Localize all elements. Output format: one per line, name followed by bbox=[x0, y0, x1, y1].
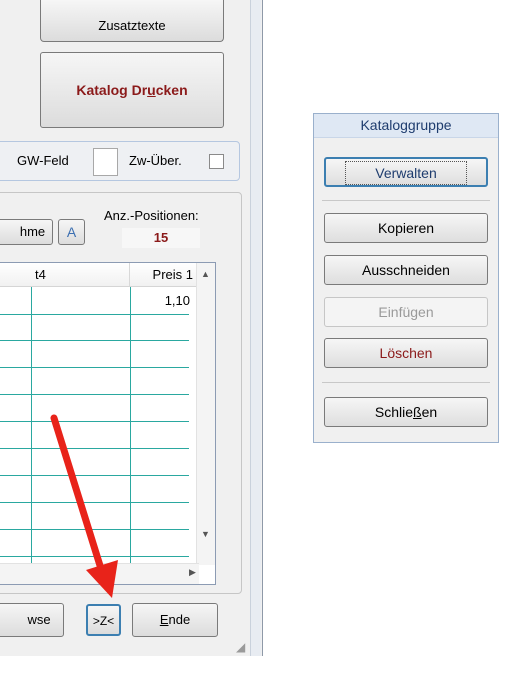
table-row[interactable]: 1,10 bbox=[0, 287, 199, 314]
zusatztexte-label: Zusatztexte bbox=[98, 18, 166, 33]
arrow-head-icon bbox=[86, 560, 118, 598]
row-divider bbox=[0, 340, 189, 341]
kopieren-label: Kopieren bbox=[377, 220, 435, 236]
schliessen-button[interactable]: Schließen bbox=[324, 397, 488, 427]
a-label: A bbox=[66, 224, 77, 240]
vertical-scrollbar[interactable]: ▲ ▼ bbox=[196, 263, 215, 565]
row-divider bbox=[0, 394, 189, 395]
browse-button[interactable]: wse bbox=[0, 603, 64, 637]
dialog-title-text: Kataloggruppe bbox=[360, 117, 452, 133]
ende-label: nde bbox=[168, 612, 191, 627]
anz-positionen-label: Anz.-Positionen: bbox=[104, 208, 199, 223]
browse-label: wse bbox=[27, 612, 51, 627]
resize-grip-icon[interactable]: ◢ bbox=[236, 640, 245, 654]
column-header-preis1-label: Preis 1 bbox=[152, 267, 193, 282]
loeschen-label: Löschen bbox=[379, 345, 433, 361]
ausschneiden-label: Ausschneiden bbox=[362, 262, 450, 278]
row-divider bbox=[0, 367, 189, 368]
ausschneiden-button[interactable]: Ausschneiden bbox=[324, 255, 488, 285]
verwalten-label: Verwalten bbox=[345, 161, 467, 185]
dialog-divider bbox=[322, 382, 490, 383]
z-toggle-label: >Z< bbox=[92, 614, 115, 628]
einfuegen-button: Einfügen bbox=[324, 297, 488, 327]
preis1-cell: 1,10 bbox=[164, 293, 190, 308]
einfuegen-label: Einfügen bbox=[378, 304, 434, 320]
zw-ueber-label: Zw-Über. bbox=[129, 153, 182, 168]
schliessen-label-end: en bbox=[421, 404, 438, 420]
schliessen-accel: ß bbox=[413, 404, 422, 420]
dialog-divider bbox=[322, 200, 490, 201]
kataloggruppe-dialog: Kataloggruppe Verwalten Kopieren Ausschn… bbox=[313, 113, 499, 443]
katalog-drucken-label: Katalog Dr bbox=[76, 82, 148, 98]
window-border bbox=[250, 0, 261, 656]
verwalten-button[interactable]: Verwalten bbox=[324, 157, 488, 187]
column-divider bbox=[31, 287, 32, 565]
ende-button[interactable]: Ende bbox=[132, 603, 218, 637]
katalog-drucken-label-end: cken bbox=[155, 82, 188, 98]
zw-ueber-checkbox[interactable] bbox=[209, 154, 224, 169]
scroll-right-icon[interactable]: ▶ bbox=[189, 567, 196, 578]
z-toggle-button[interactable]: >Z< bbox=[86, 604, 121, 636]
dialog-title: Kataloggruppe bbox=[314, 114, 498, 138]
row-divider bbox=[0, 314, 189, 315]
column-header-preis1[interactable]: Preis 1 bbox=[130, 263, 202, 287]
options-group: GW-Feld Zw-Über. bbox=[0, 141, 240, 181]
katalog-drucken-accel: u bbox=[147, 82, 156, 98]
anz-positionen-value: 15 bbox=[122, 228, 200, 248]
aufnahme-button[interactable]: hme bbox=[0, 219, 53, 245]
column-header-t4[interactable]: t4 bbox=[0, 263, 130, 287]
column-header-t4-label: t4 bbox=[35, 267, 46, 282]
loeschen-button[interactable]: Löschen bbox=[324, 338, 488, 368]
schliessen-label: Schlie bbox=[374, 404, 413, 420]
annotation-arrow bbox=[50, 414, 118, 598]
arrow-shaft bbox=[50, 414, 106, 576]
column-divider bbox=[130, 287, 131, 565]
gw-feld-label: GW-Feld bbox=[17, 153, 69, 168]
zusatztexte-button[interactable]: Zusatztexte bbox=[40, 0, 224, 42]
gw-feld-input[interactable] bbox=[93, 148, 118, 176]
scroll-down-icon[interactable]: ▼ bbox=[201, 529, 210, 539]
anz-positionen-number: 15 bbox=[153, 230, 169, 245]
scroll-up-icon[interactable]: ▲ bbox=[201, 269, 210, 279]
kopieren-button[interactable]: Kopieren bbox=[324, 213, 488, 243]
aufnahme-label: hme bbox=[19, 224, 46, 239]
a-button[interactable]: A bbox=[58, 219, 85, 245]
katalog-drucken-button[interactable]: Katalog Drucken bbox=[40, 52, 224, 128]
